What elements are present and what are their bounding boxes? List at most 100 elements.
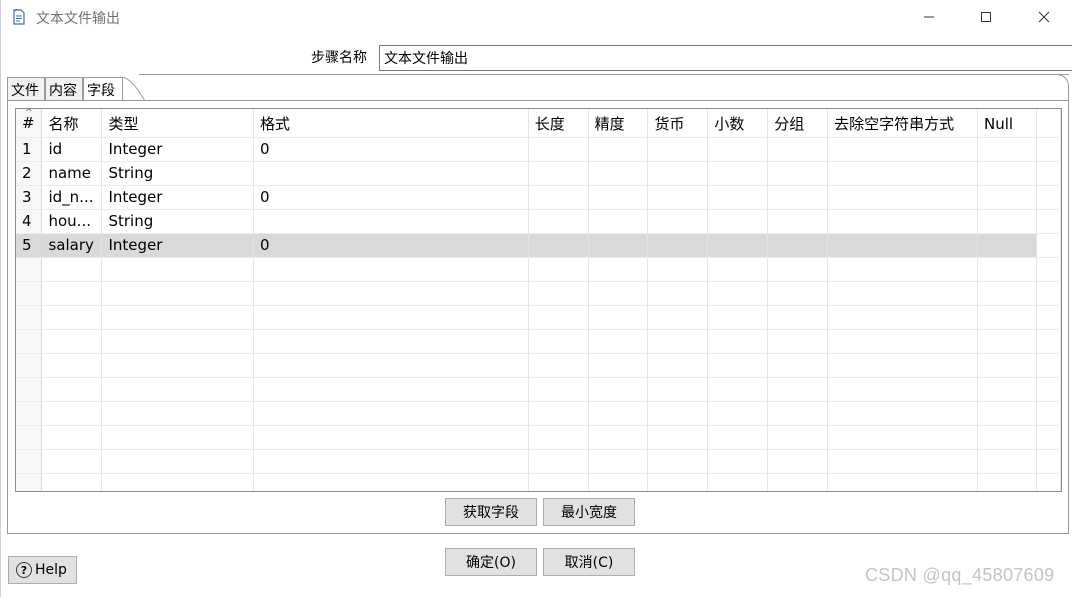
table-cell[interactable] (528, 209, 589, 234)
table-row[interactable]: 4 hou... String (16, 209, 1061, 234)
table-row-empty[interactable] (16, 401, 1061, 426)
table-row[interactable]: 3 id_n... Integer 0 (16, 185, 1061, 210)
column-header-group[interactable]: 分组 (767, 109, 829, 138)
row-index-cell[interactable] (16, 377, 43, 402)
table-cell[interactable] (253, 329, 529, 354)
table-cell[interactable] (827, 377, 979, 402)
table-cell[interactable] (767, 329, 829, 354)
tab-fields[interactable]: 字段 (83, 77, 123, 101)
table-cell[interactable] (41, 329, 103, 354)
table-cell[interactable] (977, 161, 1037, 186)
table-cell[interactable] (41, 281, 103, 306)
table-cell[interactable] (588, 449, 649, 474)
table-cell[interactable] (707, 473, 769, 491)
table-cell[interactable] (707, 233, 769, 258)
table-cell[interactable] (528, 353, 589, 378)
table-cell[interactable] (707, 305, 769, 330)
table-cell[interactable] (707, 425, 769, 450)
tab-file[interactable]: 文件 (7, 77, 45, 101)
column-header-trim-type[interactable]: 去除空字符串方式 (827, 109, 979, 138)
table-cell[interactable] (41, 449, 103, 474)
table-cell[interactable] (707, 353, 769, 378)
table-cell[interactable] (528, 281, 589, 306)
table-cell[interactable] (588, 281, 649, 306)
row-index-cell[interactable] (16, 425, 43, 450)
table-cell[interactable] (767, 185, 829, 210)
table-cell[interactable] (827, 305, 979, 330)
table-cell[interactable] (767, 353, 829, 378)
table-cell[interactable] (767, 425, 829, 450)
table-cell[interactable] (977, 401, 1037, 426)
table-cell[interactable] (253, 401, 529, 426)
table-cell[interactable] (827, 401, 979, 426)
table-cell[interactable] (647, 449, 709, 474)
table-cell[interactable] (707, 377, 769, 402)
table-cell[interactable] (528, 329, 589, 354)
row-index-cell[interactable]: 1 (16, 137, 43, 162)
table-cell[interactable] (647, 185, 709, 210)
table-cell[interactable]: id_n... (41, 185, 103, 210)
table-cell[interactable] (528, 185, 589, 210)
table-cell[interactable] (767, 137, 829, 162)
column-header-index[interactable]: ^ # (16, 109, 43, 138)
table-cell[interactable] (977, 353, 1037, 378)
table-cell[interactable] (101, 257, 254, 282)
table-cell[interactable] (707, 449, 769, 474)
table-cell[interactable]: id (41, 137, 103, 162)
table-cell[interactable] (588, 209, 649, 234)
table-cell[interactable]: String (101, 209, 254, 234)
table-cell[interactable] (528, 161, 589, 186)
table-cell[interactable] (528, 401, 589, 426)
table-cell[interactable] (767, 161, 829, 186)
column-header-currency[interactable]: 货币 (647, 109, 709, 138)
table-cell[interactable] (588, 161, 649, 186)
table-cell[interactable] (528, 233, 589, 258)
table-cell[interactable] (827, 233, 979, 258)
table-cell[interactable] (101, 305, 254, 330)
column-header-type[interactable]: 类型 (101, 109, 254, 138)
column-header-null[interactable]: Null (977, 109, 1037, 138)
table-cell[interactable] (827, 353, 979, 378)
row-index-cell[interactable] (16, 353, 43, 378)
table-cell[interactable] (977, 473, 1037, 491)
row-index-cell[interactable]: 5 (16, 233, 43, 258)
table-cell[interactable] (647, 137, 709, 162)
table-cell[interactable] (827, 473, 979, 491)
table-cell[interactable] (827, 257, 979, 282)
table-row-empty[interactable] (16, 377, 1061, 402)
minimize-button[interactable] (906, 0, 952, 34)
table-cell[interactable] (977, 233, 1037, 258)
tab-content[interactable]: 内容 (45, 77, 83, 101)
table-cell[interactable] (253, 257, 529, 282)
column-header-format[interactable]: 格式 (253, 109, 529, 138)
table-cell[interactable] (827, 209, 979, 234)
table-cell[interactable]: name (41, 161, 103, 186)
table-cell[interactable] (588, 233, 649, 258)
row-index-cell[interactable] (16, 449, 43, 474)
table-cell[interactable] (101, 329, 254, 354)
table-cell[interactable] (827, 281, 979, 306)
table-cell[interactable] (101, 401, 254, 426)
table-cell[interactable] (767, 305, 829, 330)
fields-table[interactable]: ^ # 名称 类型 格式 长度 精度 货币 小数 分组 去除空字符串方式 Null… (15, 108, 1062, 492)
table-row-empty[interactable] (16, 329, 1061, 354)
table-cell[interactable] (707, 185, 769, 210)
table-cell[interactable] (647, 425, 709, 450)
table-cell[interactable] (528, 425, 589, 450)
table-cell[interactable] (977, 425, 1037, 450)
table-cell[interactable] (41, 473, 103, 491)
ok-button[interactable]: 确定(O) (445, 548, 537, 576)
table-cell[interactable] (827, 137, 979, 162)
table-cell[interactable] (41, 257, 103, 282)
table-cell[interactable] (588, 353, 649, 378)
table-cell[interactable] (588, 425, 649, 450)
table-cell[interactable] (101, 449, 254, 474)
table-cell[interactable] (977, 137, 1037, 162)
table-cell[interactable] (253, 377, 529, 402)
table-row[interactable]: 5 salary Integer 0 (16, 233, 1061, 258)
table-cell[interactable]: Integer (101, 233, 254, 258)
table-cell[interactable] (767, 401, 829, 426)
table-row-empty[interactable] (16, 353, 1061, 378)
table-cell[interactable] (977, 305, 1037, 330)
table-cell[interactable] (41, 353, 103, 378)
